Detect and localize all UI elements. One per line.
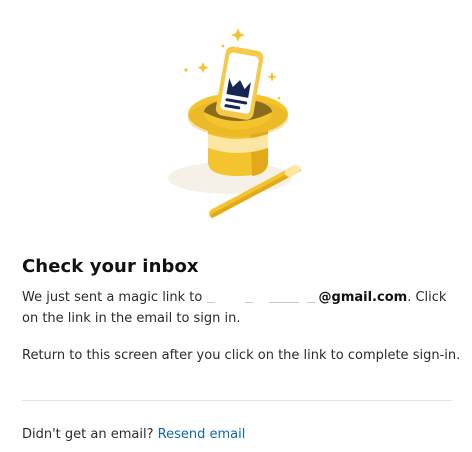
magic-hat-with-phone-icon (168, 28, 301, 218)
magic-hat-illustration (160, 22, 320, 222)
resend-footer: Didn't get an email? Resend email (22, 425, 245, 445)
return-instruction: Return to this screen after you click on… (22, 348, 461, 363)
message-prefix: We just sent a magic link to (22, 290, 203, 305)
page-title: Check your inbox (22, 256, 199, 277)
email-domain: @gmail.com (318, 290, 408, 305)
redacted-email (206, 293, 319, 303)
resend-email-link[interactable]: Resend email (158, 427, 246, 442)
divider (22, 400, 452, 401)
magic-link-message: We just sent a magic link to @gmail.com.… (22, 287, 454, 329)
resend-prompt: Didn't get an email? (22, 427, 154, 442)
